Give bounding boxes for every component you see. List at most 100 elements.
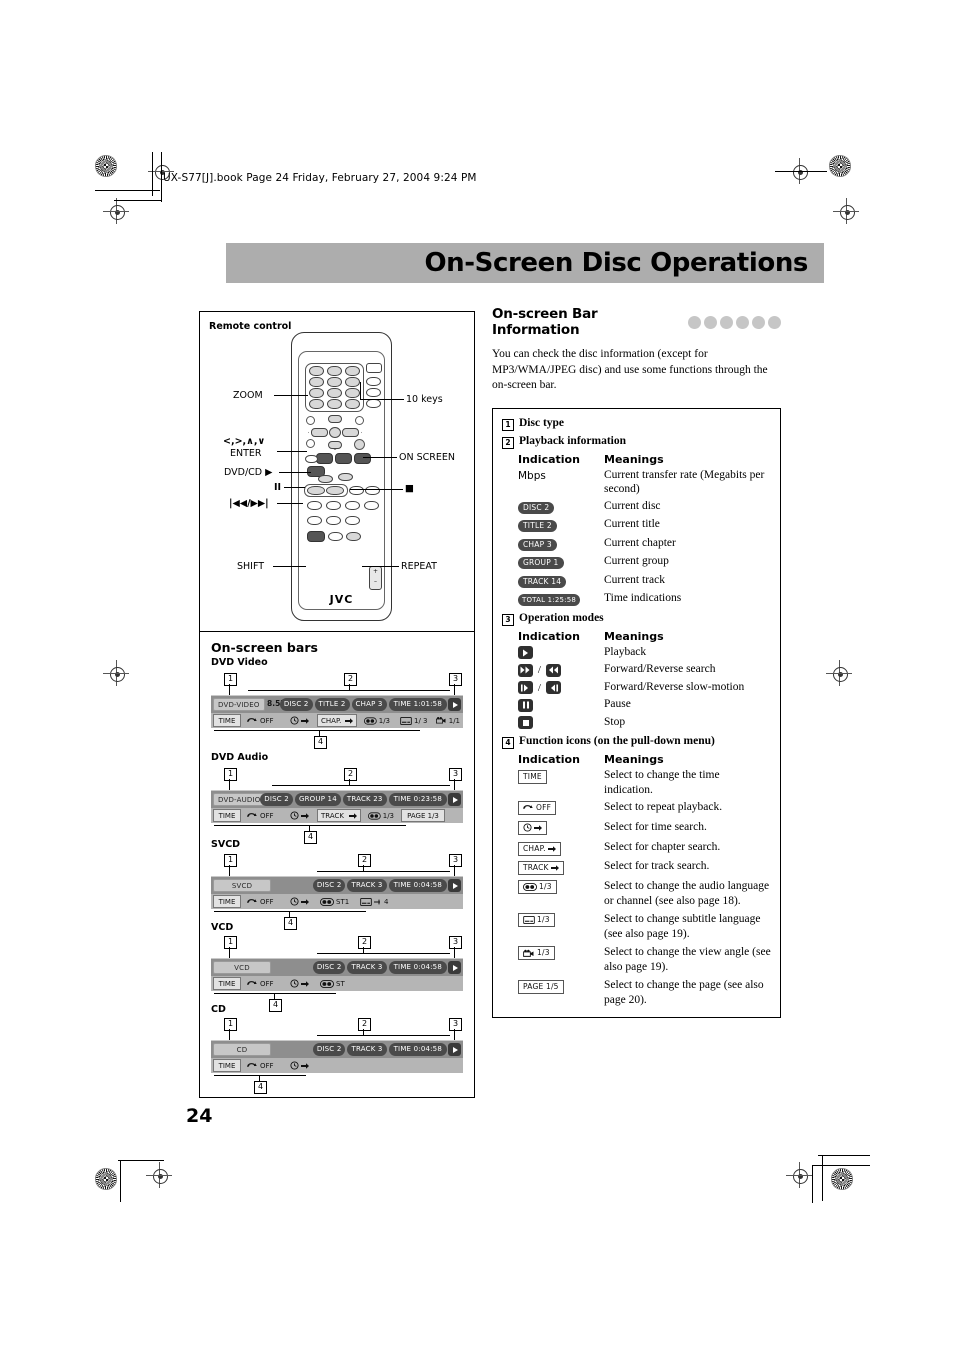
fn-time-dvd-audio[interactable]: TIME bbox=[213, 809, 241, 822]
brace-4-dvd-audio bbox=[214, 825, 406, 826]
fn-repeat-dvd-audio[interactable]: OFF bbox=[244, 809, 282, 822]
fn-time-search-vcd[interactable] bbox=[287, 977, 313, 990]
fn-time-search-svcd[interactable] bbox=[287, 895, 313, 908]
remote-key-9[interactable] bbox=[345, 388, 360, 398]
remote-corner-ring-bl[interactable] bbox=[306, 439, 315, 448]
volume-plus-label: + bbox=[372, 568, 379, 575]
remote-dpad-up[interactable] bbox=[328, 415, 342, 423]
remote-skip-prev-button[interactable] bbox=[307, 486, 325, 495]
repeat-icon bbox=[247, 898, 257, 903]
fn-audio-dvd-audio[interactable]: 1/3 bbox=[365, 809, 397, 822]
remote-dpad-enter[interactable] bbox=[329, 427, 341, 438]
remote-skip-next-button[interactable] bbox=[326, 486, 344, 495]
remote-side-button-3[interactable] bbox=[366, 399, 381, 408]
info-2-ind-title: TITLE 2 bbox=[518, 520, 557, 532]
fn-audio-svcd[interactable]: ST1 bbox=[317, 895, 353, 908]
remote-shift-button[interactable] bbox=[307, 531, 325, 542]
arrow-right-icon bbox=[301, 980, 309, 987]
remote-bottom-button-2[interactable] bbox=[328, 532, 343, 541]
osb-cd: CD DISC 2 TRACK 3 TIME 0:04:58 TIME OFF bbox=[211, 1040, 463, 1073]
remote-side-button-2[interactable] bbox=[366, 388, 381, 397]
remote-key-1[interactable] bbox=[309, 366, 324, 376]
callout-enter: ENTER bbox=[230, 448, 262, 459]
fn-time-search-dvd-audio[interactable] bbox=[287, 809, 313, 822]
remote-on-screen-button[interactable] bbox=[354, 439, 365, 450]
leader-1-vcd bbox=[229, 947, 230, 958]
remote-dpad-left[interactable] bbox=[311, 428, 328, 437]
fn-track-search-dvd-audio[interactable]: TRACK bbox=[317, 809, 361, 822]
fn-repeat-vcd[interactable]: OFF bbox=[244, 977, 282, 990]
info-num-4: 4 bbox=[502, 737, 514, 749]
fn-repeat-cd[interactable]: OFF bbox=[244, 1059, 282, 1072]
brace-2-dvd-audio bbox=[272, 785, 450, 786]
operation-mode-play-icon-dvd-video bbox=[448, 698, 461, 711]
fn-time-search-cd[interactable] bbox=[287, 1059, 313, 1072]
info-4-row-track-search: TRACK Select for track search. bbox=[518, 859, 771, 875]
jvc-logo: JVC bbox=[329, 593, 354, 606]
page-title: On-Screen Disc Operations bbox=[424, 248, 808, 278]
remote-stop-button[interactable] bbox=[338, 473, 353, 481]
remote-key-8[interactable] bbox=[327, 388, 342, 398]
playback-info-group-cd: DISC 2 TRACK 3 TIME 0:04:58 bbox=[312, 1043, 447, 1056]
fn-time-dvd-video[interactable]: TIME bbox=[213, 714, 241, 727]
remote-row-button-left[interactable] bbox=[305, 455, 318, 463]
info-4-row-chapter-search: CHAP. Select for chapter search. bbox=[518, 840, 771, 856]
remote-row-button-mid[interactable] bbox=[318, 475, 333, 483]
fn-page-dvd-audio[interactable]: PAGE 1/3 bbox=[401, 809, 445, 822]
remote-side-button-1[interactable] bbox=[366, 377, 381, 386]
arrow-right-icon bbox=[534, 824, 542, 831]
remote-lower-button-7[interactable] bbox=[345, 516, 360, 525]
remote-key-6[interactable] bbox=[345, 377, 360, 387]
remote-lower-button-3[interactable] bbox=[345, 501, 360, 510]
leader-1-svcd bbox=[229, 865, 230, 876]
fn-angle-dvd-video[interactable]: 1/1 bbox=[433, 714, 463, 727]
remote-corner-ring-tr[interactable] bbox=[355, 416, 364, 425]
info-4-column-headers: Indication Meanings bbox=[518, 753, 771, 766]
remote-lower-button-4[interactable] bbox=[364, 501, 379, 510]
fn-subtitle-dvd-video[interactable]: 1/ 3 bbox=[397, 714, 431, 727]
crop-line-tl-v bbox=[152, 152, 153, 196]
remote-lower-button-2[interactable] bbox=[326, 501, 341, 510]
info-2-row-disc: DISC 2 Current disc bbox=[518, 499, 771, 515]
fn-subtitle-svcd[interactable]: 4 bbox=[357, 895, 393, 908]
remote-transport-button-2[interactable] bbox=[335, 453, 352, 464]
fn-audio-vcd[interactable]: ST bbox=[317, 977, 353, 990]
remote-corner-ring-tl[interactable] bbox=[306, 416, 315, 425]
remote-skip-row-button-4[interactable] bbox=[365, 486, 380, 495]
fn-chap-search-dvd-video[interactable]: CHAP. bbox=[317, 714, 357, 727]
fn-time-vcd[interactable]: TIME bbox=[213, 977, 241, 990]
fn-chapter-tag-label: CHAP. bbox=[523, 843, 546, 853]
remote-dpad-right[interactable] bbox=[342, 428, 359, 437]
remote-volume-rocker[interactable]: + – bbox=[369, 566, 382, 590]
remote-key-0[interactable] bbox=[327, 399, 342, 409]
remote-lower-button-1[interactable] bbox=[307, 501, 322, 510]
info-2-ind-track: TRACK 14 bbox=[518, 575, 567, 588]
info-box: 1 Disc type 2 Playback information Indic… bbox=[492, 407, 781, 1018]
fn-audio-dvd-video[interactable]: 1/3 bbox=[361, 714, 393, 727]
remote-key-5[interactable] bbox=[327, 377, 342, 387]
callout-1-dvd-video: 1 bbox=[224, 673, 237, 686]
pause-icon bbox=[518, 698, 533, 712]
remote-lower-button-6[interactable] bbox=[326, 516, 341, 525]
remote-transport-button-3[interactable] bbox=[354, 453, 371, 464]
fn-time-svcd[interactable]: TIME bbox=[213, 895, 241, 908]
remote-repeat-button[interactable] bbox=[346, 532, 361, 541]
remote-dpad-down[interactable] bbox=[328, 441, 342, 449]
subtitle-icon bbox=[523, 916, 535, 924]
remote-key-plus10[interactable] bbox=[345, 399, 360, 409]
fn-repeat-svcd[interactable]: OFF bbox=[244, 895, 282, 908]
icon-separator: / bbox=[537, 681, 541, 694]
remote-key-zoom[interactable] bbox=[309, 377, 324, 387]
fn-time-search-dvd-video[interactable] bbox=[287, 714, 313, 727]
fn-repeat-dvd-video[interactable]: OFF bbox=[244, 714, 282, 727]
callout-skip: |◀◀/▶▶| bbox=[229, 498, 269, 509]
remote-key-3[interactable] bbox=[345, 366, 360, 376]
remote-power-button[interactable] bbox=[366, 363, 382, 373]
remote-lower-button-5[interactable] bbox=[307, 516, 322, 525]
remote-key-10[interactable] bbox=[309, 399, 324, 409]
remote-dvd-cd-play-button[interactable] bbox=[316, 453, 333, 464]
remote-skip-row-button-3[interactable] bbox=[349, 486, 364, 495]
remote-key-2[interactable] bbox=[327, 366, 342, 376]
fn-time-cd[interactable]: TIME bbox=[213, 1059, 241, 1072]
remote-key-7[interactable] bbox=[309, 388, 324, 398]
